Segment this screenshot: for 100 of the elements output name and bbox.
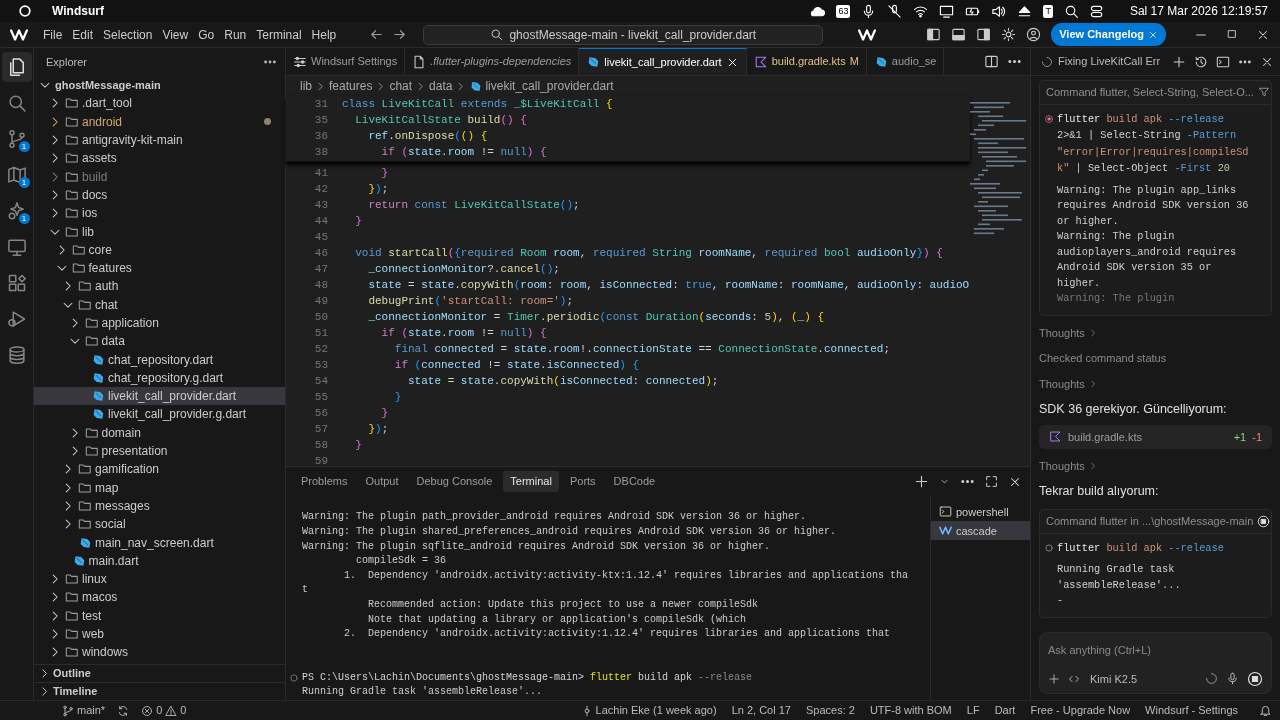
command-header[interactable]: Command flutter in ...\ghostMessage-main xyxy=(1039,509,1272,534)
wifi-icon[interactable] xyxy=(913,3,929,19)
menu-item[interactable]: Edit xyxy=(67,23,99,46)
tree-item[interactable]: chat_repository.g.dart xyxy=(34,368,285,388)
chat-tab[interactable]: Fixing LiveKitCall Err xyxy=(1041,53,1164,70)
activity-button[interactable]: 1 xyxy=(1,196,32,226)
toggle-icon[interactable] xyxy=(1089,3,1105,19)
stop-icon[interactable] xyxy=(1247,670,1263,687)
tree-item[interactable]: presentation xyxy=(34,441,285,461)
settings-icon[interactable] xyxy=(1001,27,1017,42)
maximize-icon[interactable] xyxy=(985,475,998,489)
tree-item[interactable]: assets xyxy=(34,149,285,168)
command-header[interactable]: Command flutter, Select-String, Select-O... xyxy=(1039,80,1272,105)
breadcrumb-item[interactable]: chat xyxy=(389,77,413,95)
tree-item[interactable]: livekit_call_provider.g.dart xyxy=(34,405,285,424)
menu-item[interactable]: File xyxy=(38,23,68,46)
eject-icon[interactable] xyxy=(1017,3,1033,19)
tree-item[interactable]: gamification xyxy=(34,460,285,479)
tree-item[interactable]: lib xyxy=(34,222,285,241)
tray-badge[interactable]: T xyxy=(1043,4,1053,18)
tree-item[interactable]: .dart_tool xyxy=(34,94,285,113)
activity-button[interactable]: 1 xyxy=(1,124,32,154)
tree-item[interactable]: test xyxy=(34,606,285,625)
tree-item[interactable]: build xyxy=(34,167,285,186)
maximize-icon[interactable] xyxy=(1226,27,1238,40)
editor-tab[interactable]: audio_se xyxy=(866,48,945,75)
search-field[interactable]: ghostMessage-main - livekit_call_provider.dart xyxy=(423,24,824,45)
tree-item[interactable]: macos xyxy=(34,588,285,607)
problems-status[interactable]: 0 0 xyxy=(139,702,189,719)
editor-tab[interactable]: build.gradle.kts M xyxy=(746,48,867,75)
breadcrumb-item[interactable]: features xyxy=(329,77,373,95)
tree-item[interactable]: domain xyxy=(34,423,285,442)
breadcrumb-item[interactable]: data xyxy=(429,77,453,95)
monitor-icon[interactable] xyxy=(939,3,955,19)
panel-tab[interactable]: Terminal xyxy=(503,471,559,492)
bottom-panel-icon[interactable] xyxy=(951,27,967,42)
panel-tab[interactable]: Ports xyxy=(562,471,603,492)
changelog-button[interactable]: View Changelog xyxy=(1051,23,1166,46)
status-item[interactable]: Lachin Eke (1 week ago) xyxy=(578,702,719,719)
tree-item[interactable]: social xyxy=(34,515,285,534)
status-item[interactable]: Spaces: 2 xyxy=(803,702,857,719)
stop-icon[interactable] xyxy=(1257,514,1271,528)
thoughts-toggle[interactable]: Thoughts xyxy=(1039,324,1272,341)
tree-item[interactable]: chat_repository.dart xyxy=(34,350,285,369)
branch-status[interactable]: main* xyxy=(60,702,108,719)
tree-item[interactable]: windows xyxy=(34,643,285,662)
status-item[interactable]: Ln 2, Col 17 xyxy=(729,702,793,719)
tree-item[interactable]: map xyxy=(34,478,285,497)
menu-item[interactable]: Go xyxy=(193,23,220,46)
panel-tab[interactable]: Problems xyxy=(294,471,355,492)
tree-item[interactable]: features xyxy=(34,258,285,278)
tree-item[interactable]: auth xyxy=(34,277,285,296)
tray-badge[interactable]: 63 xyxy=(836,4,851,18)
status-item[interactable]: Free - Upgrade Now xyxy=(1028,702,1133,719)
tree-item[interactable]: web xyxy=(34,624,285,644)
terminal-icon[interactable] xyxy=(1216,54,1230,69)
tree-item[interactable]: core xyxy=(34,240,285,259)
left-panel-icon[interactable] xyxy=(926,27,942,42)
status-item[interactable]: LF xyxy=(964,702,982,719)
tree-item[interactable]: chat xyxy=(34,295,285,314)
microphone-icon[interactable] xyxy=(1226,672,1239,686)
tree-item[interactable]: antigravity-kit-main xyxy=(34,130,285,150)
chat-input[interactable]: Ask anything (Ctrl+L) Kimi K2.5 xyxy=(1039,632,1272,694)
status-item[interactable]: UTF-8 with BOM xyxy=(867,702,954,719)
back-arrow-icon[interactable] xyxy=(369,27,385,42)
history-icon[interactable] xyxy=(1194,54,1208,69)
file-chip[interactable]: build.gradle.kts +1 -1 xyxy=(1039,424,1272,449)
search-icon[interactable] xyxy=(1063,3,1079,19)
plus-icon[interactable] xyxy=(914,474,929,490)
menu-item[interactable]: Terminal xyxy=(251,23,307,46)
plus-icon[interactable] xyxy=(1048,672,1060,685)
sync-icon[interactable] xyxy=(117,704,130,717)
filter-icon[interactable] xyxy=(1257,86,1270,99)
activity-button[interactable]: 1 xyxy=(1,160,32,190)
tree-item[interactable]: ios xyxy=(34,204,285,223)
speaker-icon[interactable] xyxy=(991,3,1007,19)
tree-item[interactable]: docs xyxy=(34,185,285,205)
tree-item[interactable]: linux xyxy=(34,570,285,589)
split-editor-icon[interactable] xyxy=(984,54,999,69)
tree-item[interactable]: livekit_call_provider.dart xyxy=(34,387,285,406)
thoughts-toggle[interactable]: Thoughts xyxy=(1039,457,1272,475)
tree-item[interactable]: main_nav_screen.dart xyxy=(34,533,285,552)
terminal-session[interactable]: powershell xyxy=(931,502,1030,522)
model-selector[interactable]: Kimi K2.5 xyxy=(1088,670,1140,687)
tree-item[interactable]: application xyxy=(34,313,285,333)
bell-icon[interactable] xyxy=(1259,704,1272,717)
right-panel-icon[interactable] xyxy=(976,27,992,42)
menu-item[interactable]: View xyxy=(157,23,194,46)
tree-root[interactable]: ghostMessage-main xyxy=(34,76,285,95)
muted-microphone-icon[interactable] xyxy=(887,3,903,19)
section-header[interactable]: Outline xyxy=(34,664,285,682)
tree-item[interactable]: android xyxy=(34,112,285,131)
account-icon[interactable] xyxy=(1026,27,1042,42)
panel-tab[interactable]: DBCode xyxy=(606,471,663,492)
menu-item[interactable]: Run xyxy=(219,23,252,46)
editor-tab[interactable]: livekit_call_provider.dart xyxy=(579,48,747,75)
activity-button[interactable] xyxy=(1,52,32,82)
terminal-session[interactable]: cascade xyxy=(931,521,1030,541)
tree-item[interactable]: main.dart xyxy=(34,551,285,570)
breadcrumb-item[interactable]: lib xyxy=(300,77,312,95)
